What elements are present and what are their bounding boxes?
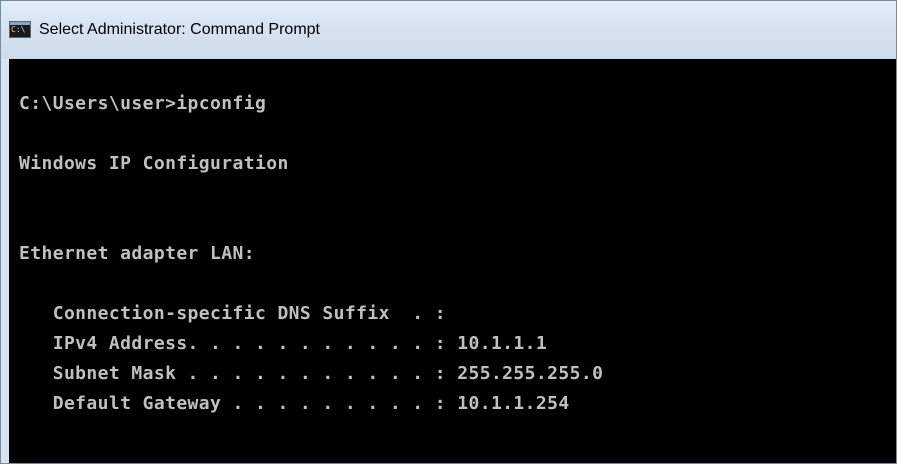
cmd-icon[interactable]: C:\ xyxy=(9,21,31,38)
console-output: C:\Users\user>ipconfig Windows IP Configu… xyxy=(19,59,603,419)
console-line-prompt: C:\Users\user>ipconfig xyxy=(19,93,267,114)
cmd-icon-label: C:\ xyxy=(11,25,26,34)
console-line-gateway: Default Gateway . . . . . . . . . : 10.1… xyxy=(19,393,570,414)
console-area[interactable]: C:\Users\user>ipconfig Windows IP Configu… xyxy=(9,59,896,463)
console-line-heading: Windows IP Configuration xyxy=(19,153,289,174)
command-prompt-window: C:\ Select Administrator: Command Prompt… xyxy=(0,0,897,464)
console-line-adapter: Ethernet adapter LAN: xyxy=(19,243,255,264)
title-bar[interactable]: C:\ Select Administrator: Command Prompt xyxy=(1,1,896,59)
window-title: Select Administrator: Command Prompt xyxy=(39,21,320,38)
console-line-ipv4: IPv4 Address. . . . . . . . . . . : 10.1… xyxy=(19,333,548,354)
console-line-dns-suffix: Connection-specific DNS Suffix . : xyxy=(19,303,447,324)
console-line-subnet: Subnet Mask . . . . . . . . . . . : 255.… xyxy=(19,363,604,384)
